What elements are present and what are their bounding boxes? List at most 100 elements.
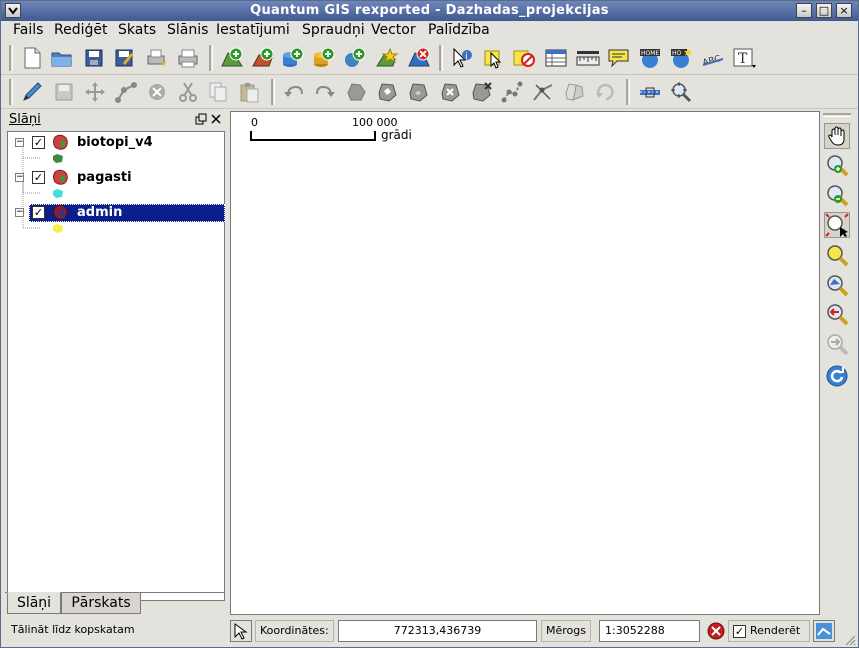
toolbar-grip[interactable] — [626, 79, 630, 105]
deselect-features-icon[interactable] — [512, 47, 536, 69]
simplify-feature-icon[interactable] — [344, 81, 368, 103]
text-annotation-icon[interactable]: T — [732, 47, 756, 69]
scale-bar — [250, 131, 376, 141]
zoom-to-layer-icon[interactable] — [824, 272, 850, 298]
window-title: Quantum GIS rexported - Dazhadas_projekc… — [250, 3, 609, 18]
identify-icon[interactable]: i — [450, 47, 474, 69]
tab-slani[interactable]: Slāņi — [7, 592, 61, 614]
scale-field[interactable]: 1:3052288 — [599, 620, 700, 642]
add-island-icon[interactable] — [406, 81, 430, 103]
render-checkbox[interactable]: ✓ — [733, 625, 746, 638]
toolbar-grip[interactable] — [271, 79, 275, 105]
panel-tabs: Slāņi Pārskats — [5, 592, 225, 614]
pan-icon[interactable] — [824, 123, 850, 149]
print-composer-icon[interactable] — [145, 47, 169, 69]
add-postgis-layer-icon[interactable] — [281, 47, 305, 69]
layer-item-admin[interactable]: − ✓ admin — [8, 204, 225, 222]
reshape-features-icon[interactable] — [500, 81, 524, 103]
new-bookmark-icon[interactable]: HOME — [638, 47, 662, 69]
layer-visibility-checkbox[interactable]: ✓ — [32, 136, 45, 149]
collapse-toggle[interactable]: − — [15, 208, 24, 217]
resize-grip-icon[interactable] — [844, 634, 856, 646]
zoom-to-selection-icon[interactable] — [824, 242, 850, 268]
print-icon[interactable] — [176, 47, 200, 69]
toolbar-grip[interactable] — [823, 113, 851, 117]
collapse-toggle[interactable]: − — [15, 173, 24, 182]
gps-tool-icon[interactable] — [638, 81, 662, 103]
zoom-last-icon[interactable] — [824, 301, 850, 327]
cut-features-icon[interactable] — [176, 81, 200, 103]
add-spatialite-layer-icon[interactable] — [312, 47, 336, 69]
toolbar-grip[interactable] — [9, 45, 13, 71]
zoom-in-icon[interactable] — [824, 152, 850, 178]
stop-render-icon[interactable] — [707, 622, 725, 640]
close-icon[interactable] — [210, 113, 222, 125]
save-as-icon[interactable] — [112, 47, 136, 69]
menu-palidziba[interactable]: Palīdzība — [428, 22, 490, 38]
toggle-editing-icon[interactable] — [20, 81, 44, 103]
menu-iestatijumi[interactable]: Iestatījumi — [216, 22, 290, 38]
add-ring-icon[interactable] — [375, 81, 399, 103]
open-project-icon[interactable] — [50, 47, 74, 69]
new-vector-layer-icon[interactable] — [375, 47, 399, 69]
new-project-icon[interactable] — [20, 47, 44, 69]
add-vector-layer-icon[interactable] — [220, 47, 244, 69]
layer-visibility-checkbox[interactable]: ✓ — [32, 171, 45, 184]
coordinates-field[interactable]: 772313,436739 — [338, 620, 537, 642]
show-bookmarks-icon[interactable]: HO — [669, 47, 693, 69]
render-label: Renderēt — [750, 624, 801, 637]
menu-vector[interactable]: Vector — [371, 22, 416, 38]
menu-fails[interactable]: Fails — [13, 22, 43, 38]
zoom-next-icon[interactable] — [824, 331, 850, 357]
paste-features-icon[interactable] — [237, 81, 261, 103]
delete-part-icon[interactable] — [469, 81, 493, 103]
restore-icon[interactable] — [195, 113, 207, 125]
move-feature-icon[interactable] — [83, 81, 107, 103]
close-button[interactable]: × — [836, 3, 852, 18]
toolbar-grip[interactable] — [209, 45, 213, 71]
zoom-full-icon[interactable] — [824, 212, 850, 238]
layer-item-biotopi[interactable]: − ✓ biotopi_v4 — [8, 134, 222, 151]
delete-ring-icon[interactable] — [438, 81, 462, 103]
tab-parskats[interactable]: Pārskats — [61, 592, 141, 614]
node-tool-icon[interactable] — [114, 81, 138, 103]
undo-icon[interactable] — [282, 81, 306, 103]
menu-slanis[interactable]: Slānis — [167, 22, 208, 38]
delete-selected-icon[interactable] — [145, 81, 169, 103]
add-raster-layer-icon[interactable] — [251, 47, 275, 69]
split-features-icon[interactable] — [531, 81, 555, 103]
save-project-icon[interactable] — [82, 47, 106, 69]
select-features-icon[interactable] — [481, 47, 505, 69]
collapse-toggle[interactable]: − — [15, 138, 24, 147]
add-wms-layer-icon[interactable] — [343, 47, 367, 69]
toolbar-grip[interactable] — [9, 79, 13, 105]
redo-icon[interactable] — [313, 81, 337, 103]
maximize-button[interactable]: □ — [816, 3, 832, 18]
render-toggle[interactable]: ✓ Renderēt — [728, 620, 810, 642]
merge-features-icon[interactable] — [562, 81, 586, 103]
zoom-out-icon[interactable] — [824, 182, 850, 208]
measure-line-icon[interactable] — [576, 47, 600, 69]
save-edits-icon[interactable] — [52, 81, 76, 103]
refresh-icon[interactable] — [824, 363, 850, 389]
layer-visibility-checkbox[interactable]: ✓ — [32, 206, 45, 219]
map-tips-icon[interactable] — [607, 47, 631, 69]
rotate-symbols-icon[interactable] — [593, 81, 617, 103]
remove-layer-icon[interactable] — [407, 47, 431, 69]
zoom-to-point-icon[interactable] — [669, 81, 693, 103]
label-icon[interactable]: ABC — [701, 47, 725, 69]
minimize-button[interactable]: – — [796, 3, 812, 18]
copy-features-icon[interactable] — [206, 81, 230, 103]
menu-skats[interactable]: Skats — [118, 22, 156, 38]
projection-button[interactable] — [813, 620, 835, 642]
coordinate-toggle-button[interactable] — [230, 620, 252, 642]
title-bar[interactable]: Quantum GIS rexported - Dazhadas_projekc… — [1, 1, 858, 21]
polygon-layer-icon — [52, 134, 70, 151]
attribute-table-icon[interactable] — [544, 47, 568, 69]
menu-spraudni[interactable]: Spraudņi — [302, 22, 365, 38]
scale-label: Mērogs — [541, 620, 591, 642]
toolbar-grip[interactable] — [439, 45, 443, 71]
menu-rediget[interactable]: Rediģēt — [54, 22, 107, 38]
map-canvas[interactable]: 0 100 000 grādi — [230, 111, 820, 615]
layer-item-pagasti[interactable]: − ✓ pagasti — [8, 169, 222, 186]
